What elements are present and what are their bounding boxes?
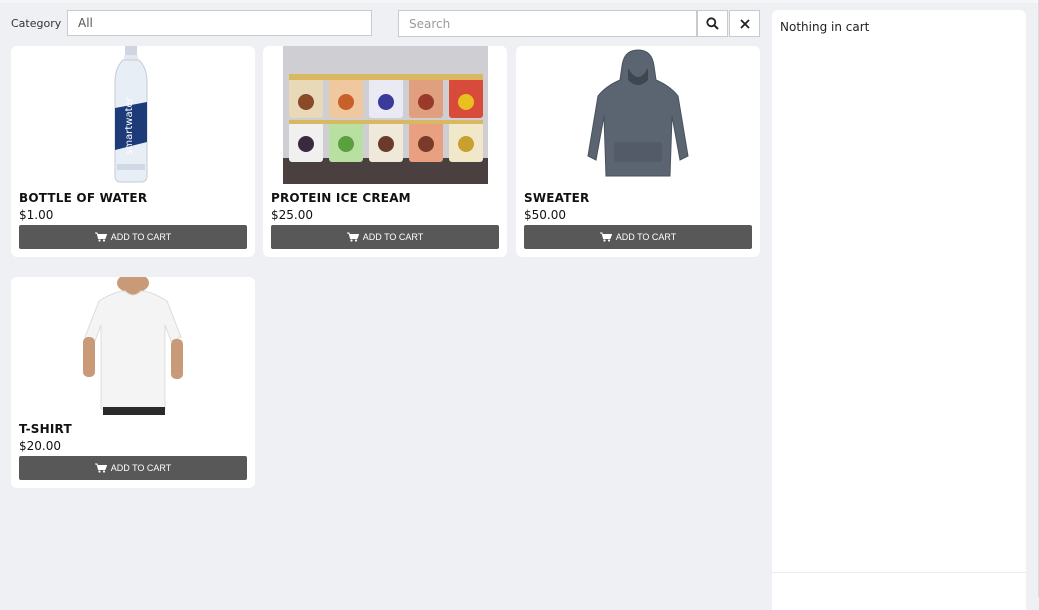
add-to-cart-button[interactable]: ADD TO CART: [524, 225, 752, 249]
product-image-hooded-sweater: [587, 49, 689, 177]
add-to-cart-button[interactable]: ADD TO CART: [19, 456, 247, 480]
product-price: $20.00: [19, 439, 61, 453]
add-to-cart-label: ADD TO CART: [615, 232, 677, 242]
search-input[interactable]: [398, 10, 697, 37]
add-to-cart-button[interactable]: ADD TO CART: [271, 225, 499, 249]
product-price: $50.00: [524, 208, 566, 222]
svg-text:smartwater: smartwater: [124, 96, 135, 154]
product-image-white-tshirt: [83, 277, 183, 415]
cart-icon: [599, 232, 612, 242]
close-icon: [739, 18, 750, 29]
add-to-cart-label: ADD TO CART: [362, 232, 424, 242]
product-name: BOTTLE OF WATER: [19, 191, 148, 205]
cart-footer-divider: [772, 572, 1026, 573]
search-button[interactable]: [697, 10, 728, 37]
product-card: PROTEIN ICE CREAM $25.00 ADD TO CART: [263, 46, 507, 257]
product-name: SWEATER: [524, 191, 590, 205]
cart-icon: [94, 463, 107, 473]
cart-icon: [94, 232, 107, 242]
category-select[interactable]: All: [67, 10, 372, 36]
clear-search-button[interactable]: [729, 10, 760, 37]
product-card: T-SHIRT $20.00 ADD TO CART: [11, 277, 255, 488]
product-name: T-SHIRT: [19, 422, 72, 436]
product-image-water-bottle: smartwater: [114, 46, 148, 183]
cart-icon: [346, 232, 359, 242]
cart-panel: Nothing in cart: [772, 10, 1026, 610]
add-to-cart-label: ADD TO CART: [110, 463, 172, 473]
product-card: smartwater BOTTLE OF WATER $1.00 ADD TO …: [11, 46, 255, 257]
product-price: $25.00: [271, 208, 313, 222]
search-icon: [706, 17, 719, 30]
product-image-ice-cream-pints: [283, 46, 488, 184]
top-edge: [0, 0, 1039, 3]
cart-empty-message: Nothing in cart: [780, 20, 870, 34]
add-to-cart-button[interactable]: ADD TO CART: [19, 225, 247, 249]
product-price: $1.00: [19, 208, 54, 222]
product-name: PROTEIN ICE CREAM: [271, 191, 411, 205]
product-card: SWEATER $50.00 ADD TO CART: [516, 46, 760, 257]
add-to-cart-label: ADD TO CART: [110, 232, 172, 242]
category-label: Category: [11, 17, 62, 30]
